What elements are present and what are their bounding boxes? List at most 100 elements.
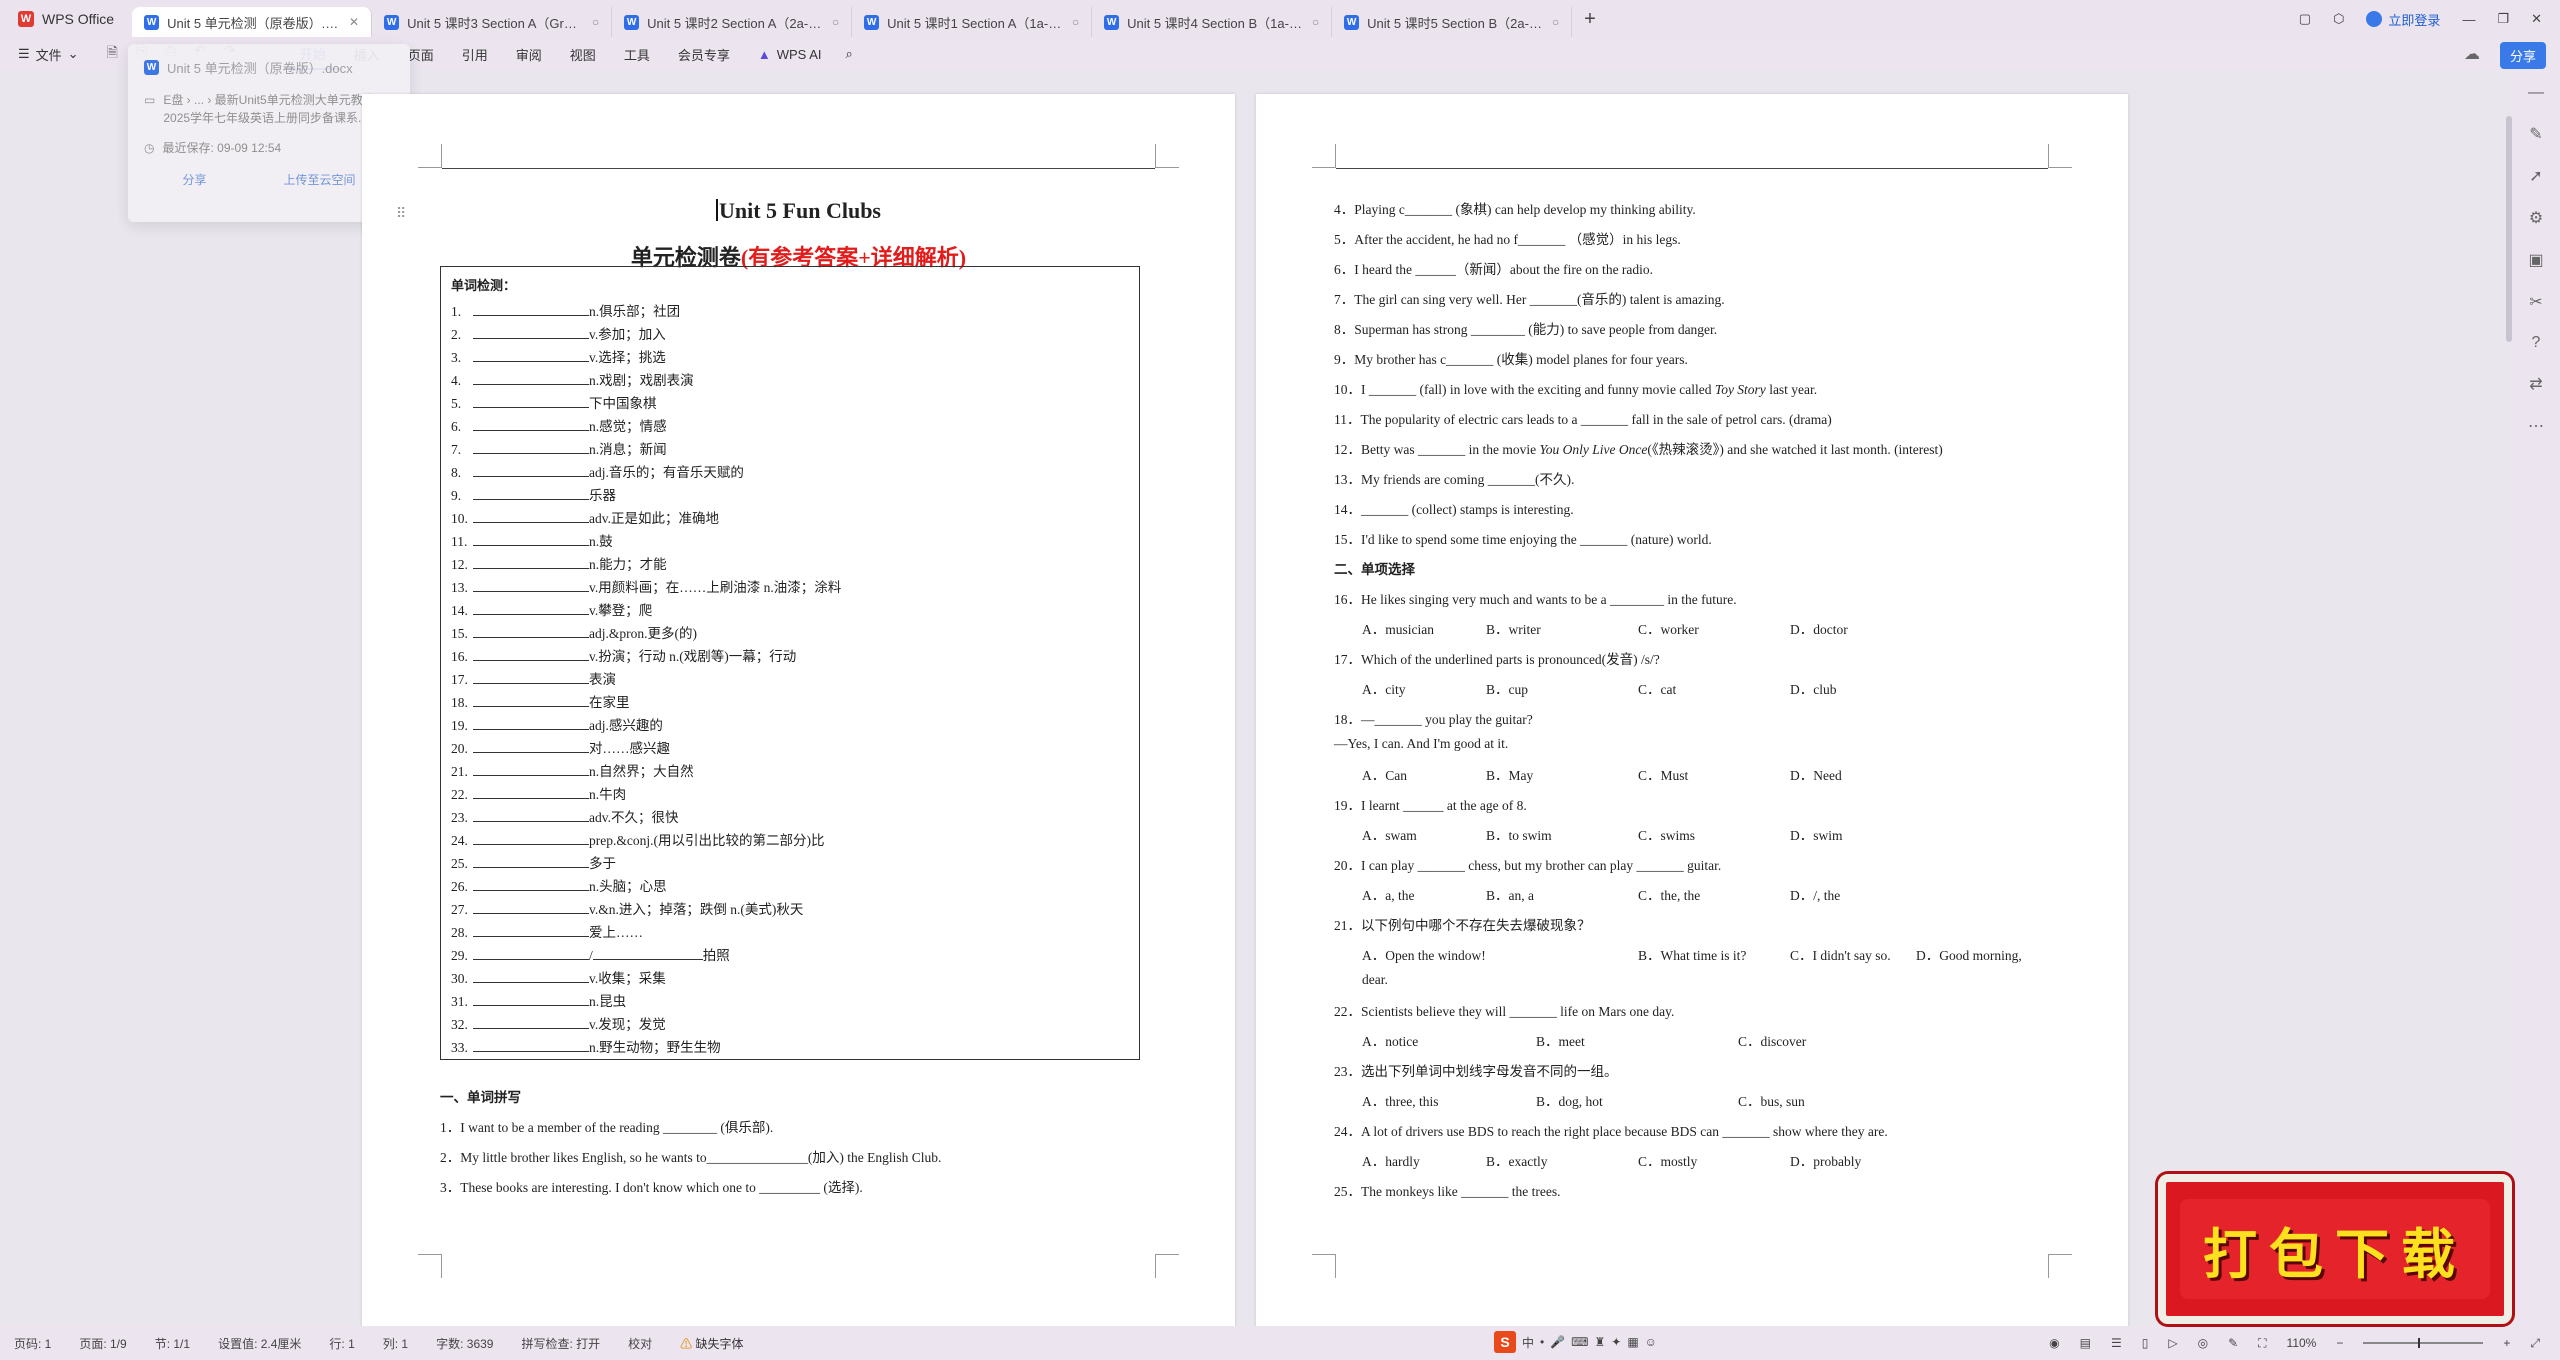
vocab-blank[interactable] xyxy=(473,946,589,960)
page-view-icon[interactable]: ▤ xyxy=(2080,1336,2091,1350)
zoom-level[interactable]: 110% xyxy=(2287,1336,2317,1350)
vocab-blank[interactable] xyxy=(473,417,589,431)
popup-share-button[interactable]: 分享 xyxy=(182,171,206,188)
help-icon[interactable]: ? xyxy=(2532,334,2541,352)
vocab-blank[interactable] xyxy=(473,693,589,707)
vocab-blank[interactable] xyxy=(473,555,589,569)
vocab-blank[interactable] xyxy=(473,877,589,891)
outline-view-icon[interactable]: ☰ xyxy=(2111,1336,2122,1350)
restore-icon[interactable]: ❐ xyxy=(2497,11,2509,27)
cloud-sync-icon[interactable]: ☁ xyxy=(2464,44,2480,64)
file-menu[interactable]: ☰ 文件 ⌄ xyxy=(0,45,97,64)
tab-close-icon[interactable]: ✕ xyxy=(349,15,359,29)
document-tab[interactable]: W Unit 5 课时2 Section A（2a-2e） ○ xyxy=(612,7,853,37)
settings-icon[interactable]: ⚙ xyxy=(2529,208,2543,228)
wps-ai-button[interactable]: ▲ WPS AI xyxy=(744,47,836,62)
document-page-1[interactable]: ⠿ Unit 5 Fun Clubs 单元检测卷(有参考答案+详细解析) 单词检… xyxy=(362,94,1235,1328)
write-view-icon[interactable]: ✎ xyxy=(2228,1336,2238,1350)
vocab-blank[interactable] xyxy=(473,624,589,638)
vocab-blank[interactable] xyxy=(473,325,589,339)
eye-icon[interactable]: ◉ xyxy=(2049,1336,2059,1350)
document-tab[interactable]: W Unit 5 课时3 Section A（Grammar ○ xyxy=(372,7,613,37)
tools-icon[interactable]: ✂ xyxy=(2529,292,2542,312)
skin-icon[interactable]: ♜ xyxy=(1595,1335,1606,1349)
minimize-icon[interactable]: — xyxy=(2462,12,2475,27)
vocab-blank[interactable] xyxy=(473,969,589,983)
download-banner[interactable]: 打包下载 xyxy=(2158,1174,2512,1324)
tab-view[interactable]: 视图 xyxy=(556,38,610,70)
image-icon[interactable]: ▣ xyxy=(2528,250,2543,270)
share-button[interactable]: 分享 xyxy=(2499,42,2546,69)
zoom-in-icon[interactable]: + xyxy=(2503,1336,2510,1350)
pen-icon[interactable]: ✎ xyxy=(2529,124,2542,144)
status-spellcheck[interactable]: 拼写检查: 打开 xyxy=(507,1335,614,1352)
status-pages[interactable]: 页面: 1/9 xyxy=(65,1335,140,1352)
popup-upload-button[interactable]: 上传至云空间 xyxy=(283,171,355,188)
vocab-blank[interactable] xyxy=(473,808,589,822)
more-icon[interactable]: ⋯ xyxy=(2528,416,2544,436)
vocab-blank[interactable] xyxy=(473,578,589,592)
web-view-icon[interactable]: ◎ xyxy=(2198,1336,2208,1350)
vocab-blank[interactable] xyxy=(473,509,589,523)
vocab-blank[interactable] xyxy=(473,831,589,845)
vocab-blank[interactable] xyxy=(473,463,589,477)
status-missing-font[interactable]: ⚠ 缺失字体 xyxy=(666,1335,757,1352)
vocab-blank[interactable] xyxy=(473,601,589,615)
wps-home-tab[interactable]: W WPS Office xyxy=(0,0,132,38)
vocab-blank[interactable] xyxy=(473,302,589,316)
window-icon[interactable]: ▢ xyxy=(2299,11,2311,27)
vocab-blank[interactable] xyxy=(473,900,589,914)
vocab-blank[interactable] xyxy=(473,670,589,684)
document-tab[interactable]: W Unit 5 课时5 Section B（2a-2b） ○ xyxy=(1332,7,1573,37)
save-icon[interactable]: 🗎 xyxy=(107,42,118,66)
ime-language-icon[interactable]: 中 xyxy=(1522,1334,1534,1351)
translate-icon[interactable]: ⇄ xyxy=(2529,374,2542,394)
vocab-blank[interactable] xyxy=(473,1015,589,1029)
document-tab[interactable]: W Unit 5 单元检测（原卷版）.docx ✕ xyxy=(132,7,373,37)
zoom-slider[interactable] xyxy=(2363,1338,2484,1348)
popup-path[interactable]: E盘 › ... › 最新Unit5单元检测大单元教学2025学年七年级英语上册… xyxy=(163,91,394,127)
game-icon[interactable]: ✦ xyxy=(1611,1335,1621,1349)
play-icon[interactable]: ▷ xyxy=(2168,1336,2177,1350)
ime-punct-icon[interactable]: • xyxy=(1540,1335,1544,1349)
vocab-blank[interactable] xyxy=(473,486,589,500)
microphone-icon[interactable]: 🎤 xyxy=(1550,1335,1565,1349)
sogou-ime-icon[interactable]: S xyxy=(1494,1331,1516,1353)
fit-icon[interactable]: ⛶ xyxy=(2258,1336,2266,1351)
close-icon[interactable]: ✕ xyxy=(2531,11,2542,27)
tab-reference[interactable]: 引用 xyxy=(448,38,502,70)
vocab-blank[interactable] xyxy=(473,992,589,1006)
document-tab[interactable]: W Unit 5 课时1 Section A（1a-pronun ○ xyxy=(852,7,1093,37)
new-tab-button[interactable]: + xyxy=(1572,8,1608,31)
vocab-blank[interactable] xyxy=(473,854,589,868)
status-words[interactable]: 字数: 3639 xyxy=(422,1335,507,1352)
vocab-blank[interactable] xyxy=(473,348,589,362)
vocab-blank[interactable] xyxy=(473,647,589,661)
vocab-blank[interactable] xyxy=(473,1038,589,1052)
keyboard-icon[interactable]: ⌨ xyxy=(1571,1335,1588,1349)
cube-icon[interactable]: ⬡ xyxy=(2333,11,2344,27)
grid-icon[interactable]: ▦ xyxy=(1627,1335,1638,1349)
vocab-blank[interactable] xyxy=(473,716,589,730)
status-proof[interactable]: 校对 xyxy=(614,1335,666,1352)
select-icon[interactable]: ➚ xyxy=(2529,166,2542,186)
vocab-blank[interactable] xyxy=(473,923,589,937)
tab-review[interactable]: 审阅 xyxy=(502,38,556,70)
zoom-out-icon[interactable]: − xyxy=(2336,1336,2343,1350)
vocab-blank[interactable] xyxy=(473,785,589,799)
collapse-icon[interactable]: — xyxy=(2528,84,2544,102)
vocab-blank[interactable] xyxy=(592,946,703,960)
search-icon[interactable]: ⌕ xyxy=(836,46,863,62)
login-button[interactable]: 立即登录 xyxy=(2366,10,2440,29)
vocab-blank[interactable] xyxy=(473,739,589,753)
vocab-blank[interactable] xyxy=(473,762,589,776)
vocab-blank[interactable] xyxy=(473,371,589,385)
fullscreen-icon[interactable]: ⤢ xyxy=(2530,1336,2540,1351)
tab-tools[interactable]: 工具 xyxy=(610,38,664,70)
document-tab[interactable]: W Unit 5 课时4 Section B（1a-1d） ○ xyxy=(1092,7,1333,37)
document-page-2[interactable]: 4．Playing c_______ (象棋) can help develop… xyxy=(1256,94,2128,1328)
read-view-icon[interactable]: ▯ xyxy=(2142,1336,2149,1350)
tab-member[interactable]: 会员专享 xyxy=(664,38,744,70)
emoji-icon[interactable]: ☺ xyxy=(1645,1335,1657,1349)
vocab-blank[interactable] xyxy=(473,394,589,408)
